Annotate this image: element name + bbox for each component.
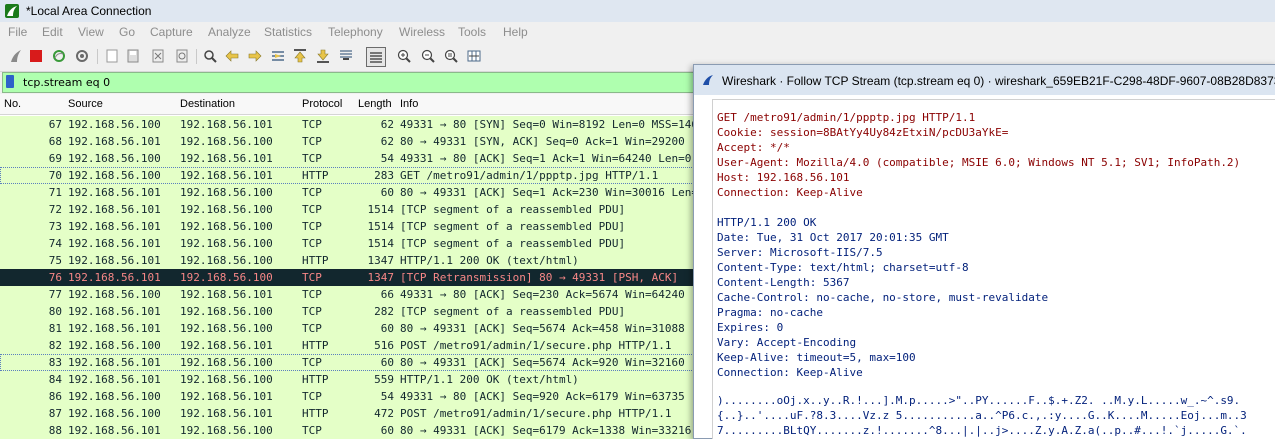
menu-tools[interactable]: Tools	[458, 25, 486, 39]
menu-go[interactable]: Go	[119, 25, 135, 39]
forward-icon[interactable]	[247, 48, 263, 64]
packet-row[interactable]: 86 192.168.56.100 192.168.56.101 TCP 54 49331…	[0, 388, 700, 405]
binary-line: )........oOj.x..y..R.!...].M.p.....>"..P…	[717, 394, 1241, 407]
packet-row[interactable]: 84 192.168.56.101 192.168.56.100 HTTP 559 HTT…	[0, 371, 700, 388]
request-line: User-Agent: Mozilla/4.0 (compatible; MSI…	[717, 156, 1241, 169]
response-line: HTTP/1.1 200 OK	[717, 216, 817, 229]
shark-fin-icon[interactable]	[8, 48, 24, 64]
packet-row[interactable]: 73 192.168.56.101 192.168.56.100 TCP 1514 [TC…	[0, 218, 700, 235]
wireshark-logo-icon	[703, 75, 713, 85]
colorize-icon[interactable]	[366, 47, 386, 67]
packet-row[interactable]: 75 192.168.56.101 192.168.56.100 HTTP 1347 HT…	[0, 252, 700, 269]
toolbar-separator	[196, 49, 197, 64]
packet-row[interactable]: 77 192.168.56.100 192.168.56.101 TCP 66 49331…	[0, 286, 700, 303]
column-header-no[interactable]: No.	[4, 98, 21, 110]
restart-icon[interactable]	[51, 48, 67, 64]
zoom-normal-icon[interactable]	[443, 48, 459, 64]
reload-icon[interactable]	[174, 48, 190, 64]
packet-row-selected[interactable]: 76 192.168.56.101 192.168.56.100 TCP 1347 [TC…	[0, 269, 700, 286]
column-header-info[interactable]: Info	[400, 98, 418, 110]
packet-row[interactable]: 72 192.168.56.101 192.168.56.100 TCP 1514 [TC…	[0, 201, 700, 218]
stop-icon[interactable]	[28, 48, 44, 64]
response-line: Server: Microsoft-IIS/7.5	[717, 246, 883, 259]
close-icon[interactable]	[150, 48, 166, 64]
response-line: Keep-Alive: timeout=5, max=100	[717, 351, 916, 364]
request-line: Accept: */*	[717, 141, 790, 154]
menu-help[interactable]: Help	[503, 25, 528, 39]
response-line: Content-Length: 5367	[717, 276, 850, 289]
dialog-title: Wireshark · Follow TCP Stream (tcp.strea…	[722, 74, 1275, 88]
menu-file[interactable]: File	[8, 25, 27, 39]
binary-line: {..}..'....uF.?8.3....Vz.z 5...........a…	[717, 409, 1247, 422]
packet-row[interactable]: 82 192.168.56.100 192.168.56.101 HTTP 516 POS…	[0, 337, 700, 354]
first-icon[interactable]	[292, 48, 308, 64]
menu-edit[interactable]: Edit	[42, 25, 63, 39]
response-line: Cache-Control: no-cache, no-store, must-…	[717, 291, 1049, 304]
bookmark-icon[interactable]	[6, 75, 14, 88]
request-line: Cookie: session=8BAtYy4Uy84zEtxiN/pcDU3a…	[717, 126, 1009, 139]
column-header-destination[interactable]: Destination	[180, 98, 235, 110]
window-title: *Local Area Connection	[26, 4, 152, 18]
packet-row[interactable]: 80 192.168.56.101 192.168.56.100 TCP 282 [TCP…	[0, 303, 700, 320]
autoscroll-icon[interactable]	[338, 48, 354, 64]
menu-wireless[interactable]: Wireless	[399, 25, 445, 39]
column-header-protocol[interactable]: Protocol	[302, 98, 342, 110]
packet-row[interactable]: 68 192.168.56.101 192.168.56.100 TCP 62 80 → …	[0, 133, 700, 150]
menu-bar: File Edit View Go Capture Analyze Statis…	[0, 22, 1275, 43]
response-line: Expires: 0	[717, 321, 784, 334]
response-line: Vary: Accept-Encoding	[717, 336, 857, 349]
find-icon[interactable]	[202, 48, 218, 64]
resize-columns-icon[interactable]	[466, 48, 482, 64]
menu-analyze[interactable]: Analyze	[208, 25, 251, 39]
menu-telephony[interactable]: Telephony	[328, 25, 383, 39]
response-line: Date: Tue, 31 Oct 2017 20:01:35 GMT	[717, 231, 949, 244]
request-line: Host: 192.168.56.101	[717, 171, 850, 184]
response-line: Connection: Keep-Alive	[717, 366, 863, 379]
follow-tcp-stream-dialog: Wireshark · Follow TCP Stream (tcp.strea…	[693, 64, 1275, 439]
zoom-in-icon[interactable]	[396, 48, 412, 64]
packet-list-header: No. Source Destination Protocol Length I…	[0, 94, 700, 115]
title-bar: *Local Area Connection	[0, 0, 1275, 22]
options-icon[interactable]	[74, 48, 90, 64]
packet-rows: 67 192.168.56.100 192.168.56.101 TCP 62 49331…	[0, 116, 700, 439]
packet-row[interactable]: 69 192.168.56.100 192.168.56.101 TCP 54 49331…	[0, 150, 700, 167]
packet-row[interactable]: 83 192.168.56.101 192.168.56.100 TCP 60 80 → …	[0, 354, 700, 371]
zoom-out-icon[interactable]	[420, 48, 436, 64]
packet-row[interactable]: 74 192.168.56.101 192.168.56.100 TCP 1514 [TC…	[0, 235, 700, 252]
packet-row[interactable]: 70 192.168.56.100 192.168.56.101 HTTP 283 GET…	[0, 167, 700, 184]
request-line: GET /metro91/admin/1/ppptp.jpg HTTP/1.1	[717, 111, 976, 124]
dialog-title-bar[interactable]: Wireshark · Follow TCP Stream (tcp.strea…	[694, 65, 1275, 95]
packet-row[interactable]: 87 192.168.56.100 192.168.56.101 HTTP 472 POS…	[0, 405, 700, 422]
request-line: Connection: Keep-Alive	[717, 186, 863, 199]
menu-view[interactable]: View	[78, 25, 104, 39]
display-filter-input[interactable]: tcp.stream eq 0	[23, 76, 110, 89]
wireshark-logo-icon	[5, 4, 19, 18]
back-icon[interactable]	[224, 48, 240, 64]
goto-icon[interactable]	[270, 48, 286, 64]
response-line: Content-Type: text/html; charset=utf-8	[717, 261, 969, 274]
last-icon[interactable]	[315, 48, 331, 64]
save-icon[interactable]	[125, 48, 141, 64]
packet-row[interactable]: 88 192.168.56.101 192.168.56.100 TCP 60 80 → …	[0, 422, 700, 439]
menu-statistics[interactable]: Statistics	[264, 25, 312, 39]
toolbar-separator	[97, 49, 98, 64]
packet-row[interactable]: 67 192.168.56.100 192.168.56.101 TCP 62 49331…	[0, 116, 700, 133]
open-icon[interactable]	[104, 48, 120, 64]
packet-row[interactable]: 81 192.168.56.101 192.168.56.100 TCP 60 80 → …	[0, 320, 700, 337]
binary-line: 7.........BLtQY.......z.!.......^8...|.|…	[717, 424, 1247, 437]
column-header-source[interactable]: Source	[68, 98, 103, 110]
response-line: Pragma: no-cache	[717, 306, 823, 319]
packet-list[interactable]: No. Source Destination Protocol Length I…	[0, 94, 700, 439]
menu-capture[interactable]: Capture	[150, 25, 193, 39]
column-header-length[interactable]: Length	[358, 98, 392, 110]
packet-row[interactable]: 71 192.168.56.101 192.168.56.100 TCP 60 80 → …	[0, 184, 700, 201]
stream-content[interactable]: GET /metro91/admin/1/ppptp.jpg HTTP/1.1 …	[712, 99, 1275, 439]
